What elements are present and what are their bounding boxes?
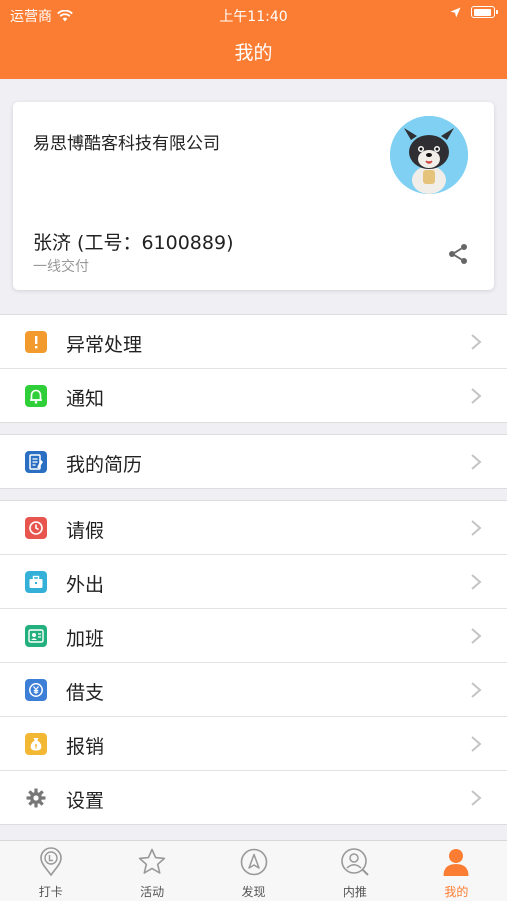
tab-clock-in[interactable]: 打卡 — [0, 841, 101, 901]
department-label: 一线交付 — [33, 259, 89, 275]
tab-label: 发现 — [241, 885, 266, 899]
menu-group-3: 请假 外出 加班 借支 报销 设置 — [0, 500, 507, 825]
chevron-right-icon — [471, 736, 482, 752]
menu-item-loan[interactable]: 借支 — [0, 662, 507, 716]
chevron-right-icon — [471, 682, 482, 698]
chevron-right-icon — [471, 628, 482, 644]
tab-activity[interactable]: 活动 — [101, 841, 202, 901]
briefcase-icon — [25, 571, 47, 593]
user-search-icon — [341, 848, 369, 876]
person-icon — [443, 849, 469, 876]
menu-item-notification[interactable]: 通知 — [0, 368, 507, 422]
loan-icon — [25, 679, 47, 701]
menu-group-2: 我的简历 — [0, 434, 507, 489]
tab-bar: 打卡 活动 发现 内推 我的 — [0, 840, 507, 901]
chevron-right-icon — [471, 454, 482, 470]
menu-group-1: 异常处理 通知 — [0, 314, 507, 423]
chevron-right-icon — [471, 790, 482, 806]
top-bar: 运营商 上午11:40 我的 — [0, 0, 507, 79]
avatar[interactable] — [390, 116, 468, 194]
menu-item-label: 加班 — [66, 628, 105, 650]
tab-label: 活动 — [140, 885, 165, 899]
menu-item-label: 外出 — [66, 574, 105, 596]
menu-item-label: 请假 — [66, 520, 105, 542]
dog-avatar-image — [390, 116, 468, 194]
status-right — [450, 6, 498, 18]
status-time: 上午11:40 — [219, 9, 288, 25]
menu-item-label: 报销 — [66, 736, 105, 758]
company-name: 易思博酷客科技有限公司 — [33, 134, 220, 154]
menu-item-outing[interactable]: 外出 — [0, 554, 507, 608]
tab-mine[interactable]: 我的 — [406, 841, 507, 901]
menu-item-leave[interactable]: 请假 — [0, 501, 507, 554]
warning-icon — [25, 331, 47, 353]
status-bar: 运营商 上午11:40 — [0, 0, 507, 28]
menu-item-resume[interactable]: 我的简历 — [0, 435, 507, 488]
menu-item-exception[interactable]: 异常处理 — [0, 315, 507, 368]
menu-item-label: 设置 — [66, 790, 105, 812]
resume-icon — [25, 451, 47, 473]
money-bag-icon — [25, 733, 47, 755]
menu-item-reimbursement[interactable]: 报销 — [0, 716, 507, 770]
tab-referral[interactable]: 内推 — [304, 841, 405, 901]
employee-name-id: 张济 (工号：6100889) — [33, 232, 234, 254]
tab-label: 打卡 — [38, 885, 63, 899]
menu-item-settings[interactable]: 设置 — [0, 770, 507, 824]
star-icon — [138, 848, 166, 874]
page-title: 我的 — [234, 42, 273, 64]
chevron-right-icon — [471, 334, 482, 350]
menu-item-label: 我的简历 — [66, 454, 143, 476]
gear-icon — [26, 788, 46, 808]
menu-item-label: 异常处理 — [66, 334, 143, 356]
chevron-right-icon — [471, 520, 482, 536]
clock-icon — [25, 517, 47, 539]
tab-label: 内推 — [342, 885, 367, 899]
battery-icon — [471, 6, 498, 18]
tab-discover[interactable]: 发现 — [203, 841, 304, 901]
tab-label: 我的 — [444, 885, 469, 899]
menu-item-label: 借支 — [66, 682, 105, 704]
overtime-icon — [25, 625, 47, 647]
menu-item-overtime[interactable]: 加班 — [0, 608, 507, 662]
bell-icon — [25, 385, 47, 407]
share-icon[interactable] — [446, 242, 470, 266]
profile-card[interactable]: 易思博酷客科技有限公司 张济 (工号：6100889) 一线交付 — [13, 102, 494, 290]
location-arrow-icon — [450, 7, 461, 17]
location-pin-icon — [39, 847, 62, 877]
chevron-right-icon — [471, 574, 482, 590]
compass-icon — [240, 848, 267, 876]
menu-item-label: 通知 — [66, 388, 105, 410]
chevron-right-icon — [471, 388, 482, 404]
